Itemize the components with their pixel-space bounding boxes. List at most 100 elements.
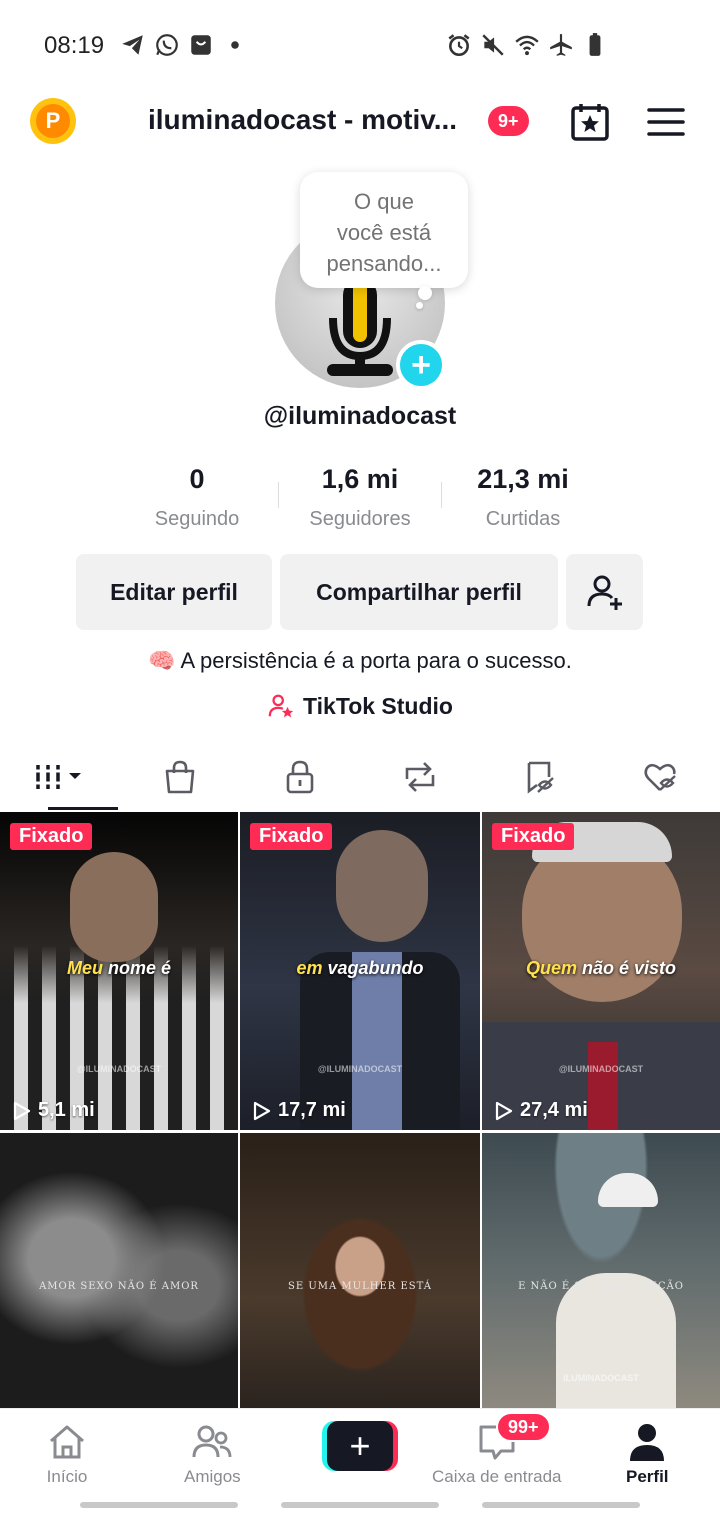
video-thumbnail[interactable]: AMOR SEXO NÃO É AMOR — [0, 1133, 238, 1411]
studio-link-label: TikTok Studio — [303, 692, 453, 719]
lock-icon — [286, 760, 314, 794]
video-thumbnail[interactable]: Fixado em vagabundo @ILUMINADOCAST 17,7 … — [240, 812, 480, 1130]
studio-user-star-icon — [268, 694, 294, 718]
home-icon — [50, 1425, 84, 1459]
avatar-add-button[interactable]: + — [396, 340, 446, 390]
nav-friends-label: Amigos — [184, 1467, 241, 1486]
thumbnail-cap — [598, 1173, 658, 1207]
nav-home-label: Início — [46, 1467, 88, 1486]
pinned-badge: Fixado — [10, 823, 93, 850]
gesture-bar — [482, 1502, 640, 1508]
view-count: 17,7 mi — [252, 1099, 346, 1122]
caption-highlight: em — [296, 958, 323, 978]
profile-actions: Editar perfil Compartilhar perfil — [76, 554, 643, 632]
nav-profile-label: Perfil — [626, 1467, 669, 1486]
airplane-icon — [548, 32, 574, 58]
status-bar: 08:19 — [0, 0, 720, 90]
tab-reposts[interactable] — [360, 744, 480, 810]
view-count-value: 17,7 mi — [278, 1099, 346, 1121]
create-button[interactable]: + — [322, 1421, 398, 1471]
thought-line-3: pensando... — [326, 251, 442, 276]
stat-followers-value: 1,6 mi — [321, 464, 399, 494]
whatsapp-icon — [154, 32, 180, 58]
stat-likes-label: Curtidas — [485, 508, 561, 530]
nav-home[interactable]: Início — [46, 1421, 88, 1487]
thought-bubble[interactable]: O que você está pensando... — [300, 172, 468, 288]
share-profile-button[interactable]: Compartilhar perfil — [280, 554, 558, 630]
shop-icon — [188, 32, 214, 58]
profile-tabs — [0, 744, 720, 810]
brain-emoji: 🧠 — [148, 648, 176, 673]
telegram-icon — [120, 32, 146, 58]
stat-likes-value: 21,3 mi — [477, 464, 569, 494]
view-count-value: 27,4 mi — [520, 1099, 588, 1121]
profile-bio: 🧠 A persistência é a porta para o sucess… — [0, 648, 720, 674]
video-grid: Fixado Meu nome é @ILUMINADOCAST 5,1 mi … — [0, 812, 720, 1411]
caption-text: vagabundo — [322, 958, 424, 978]
gesture-bar — [281, 1502, 439, 1508]
pinned-badge: Fixado — [250, 823, 333, 850]
username: @iluminadocast — [263, 402, 457, 430]
stat-followers[interactable]: 1,6 mi Seguidores — [279, 464, 441, 544]
repost-icon — [405, 762, 435, 792]
status-left-icons — [120, 32, 248, 58]
thumbnail-tie — [588, 1042, 618, 1130]
calendar-star-icon[interactable] — [568, 100, 612, 144]
caption-text: nome é — [102, 958, 172, 978]
gesture-bar — [80, 1502, 238, 1508]
video-watermark: @ILUMINADOCAST — [76, 1064, 162, 1074]
status-time: 08:19 — [44, 32, 105, 59]
stat-following-value: 0 — [189, 464, 205, 494]
bubble-dot — [418, 286, 432, 300]
inbox-badge: 99+ — [496, 1412, 551, 1442]
tab-liked[interactable] — [600, 744, 720, 810]
video-watermark: ILUMINADOCAST — [563, 1373, 639, 1383]
nav-friends[interactable]: Amigos — [184, 1421, 241, 1487]
stat-following[interactable]: 0 Seguindo — [116, 464, 278, 544]
battery-icon — [582, 32, 608, 58]
liked-icon — [644, 763, 676, 791]
coin-icon[interactable]: P — [30, 98, 76, 144]
caption-highlight: Quem — [525, 958, 577, 978]
video-thumbnail[interactable]: Fixado Meu nome é @ILUMINADOCAST 5,1 mi — [0, 812, 238, 1130]
profile-header: P iluminadocast - motiv... 9+ — [0, 90, 720, 154]
edit-profile-button[interactable]: Editar perfil — [76, 554, 272, 630]
account-switcher[interactable]: iluminadocast - motiv... — [148, 104, 457, 136]
dot-icon — [222, 32, 248, 58]
tab-shop[interactable] — [120, 744, 240, 810]
tab-videos[interactable] — [0, 744, 120, 810]
video-thumbnail[interactable]: E NÃO É SÓ UMA ELEIÇÃO ILUMINADOCAST — [482, 1133, 720, 1411]
video-caption: em vagabundo — [240, 958, 480, 979]
tiktok-studio-link[interactable]: TikTok Studio — [0, 692, 720, 720]
plus-icon: + — [327, 1421, 393, 1471]
wifi-icon — [514, 32, 540, 58]
coin-label: P — [36, 104, 70, 138]
friends-icon — [192, 1425, 232, 1458]
view-count-value: 5,1 mi — [38, 1099, 95, 1121]
play-icon — [495, 1101, 513, 1120]
nav-profile[interactable]: Perfil — [626, 1421, 669, 1487]
favorites-icon — [527, 761, 554, 794]
thumbnail-figure — [556, 1273, 676, 1411]
thumbnail-face — [70, 852, 158, 962]
mute-icon — [480, 32, 506, 58]
tab-favorites[interactable] — [480, 744, 600, 810]
video-thumbnail[interactable]: SE UMA MULHER ESTÁ — [240, 1133, 480, 1411]
add-friend-button[interactable] — [566, 554, 643, 630]
bio-text: A persistência é a porta para o sucesso. — [180, 648, 572, 673]
thought-line-2: você está — [336, 220, 432, 245]
bubble-dot — [416, 302, 423, 309]
pinned-badge: Fixado — [492, 823, 575, 850]
video-thumbnail[interactable]: Fixado Quem não é visto @ILUMINADOCAST 2… — [482, 812, 720, 1130]
hamburger-menu-icon[interactable] — [646, 104, 686, 140]
caption-text: não é visto — [576, 958, 677, 978]
video-caption: Quem não é visto — [482, 958, 720, 979]
add-user-icon — [587, 575, 622, 610]
video-caption: SE UMA MULHER ESTÁ — [288, 1281, 432, 1292]
account-notification-badge: 9+ — [488, 106, 529, 136]
shop-bag-icon — [165, 760, 195, 794]
view-count: 5,1 mi — [12, 1099, 95, 1122]
tab-private[interactable] — [240, 744, 360, 810]
thought-line-1: O que — [354, 189, 414, 214]
stat-likes[interactable]: 21,3 mi Curtidas — [442, 464, 604, 544]
